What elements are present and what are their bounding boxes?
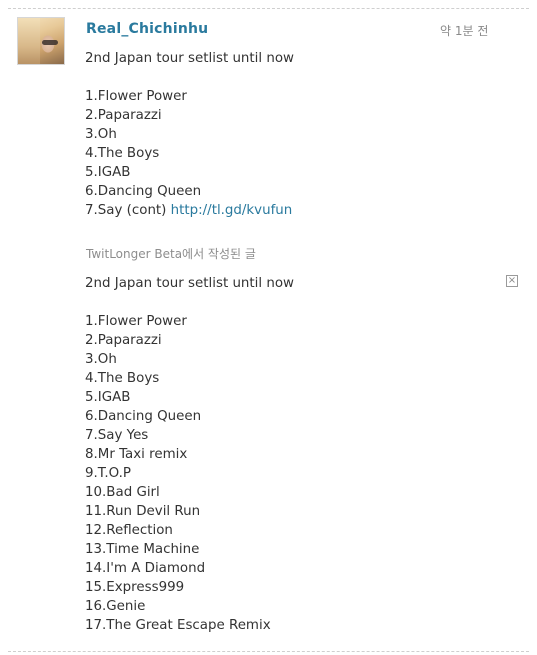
longer-line: 11.Run Devil Run [85, 504, 201, 519]
tweet-line: 1.Flower Power [85, 89, 187, 104]
tweet-text: 2nd Japan tour setlist until now 1.Flowe… [85, 49, 294, 220]
source-label[interactable]: TwitLonger Beta에서 작성된 글 [86, 245, 256, 262]
timestamp[interactable]: 약 1분 전 [440, 22, 488, 39]
avatar[interactable] [17, 17, 65, 65]
tweet-line: 4.The Boys [85, 146, 160, 161]
longer-line: 8.Mr Taxi remix [85, 447, 188, 462]
tweet-line-with-link: 7.Say (cont) http://tl.gd/kvufun [85, 201, 294, 220]
close-x-icon[interactable]: × [506, 275, 518, 287]
longer-text: 2nd Japan tour setlist until now 1.Flowe… [85, 274, 294, 635]
tweet-line: 5.IGAB [85, 165, 131, 180]
longer-line: 10.Bad Girl [85, 485, 160, 500]
top-divider [8, 8, 529, 9]
tweet-intro: 2nd Japan tour setlist until now [85, 51, 294, 66]
longer-intro: 2nd Japan tour setlist until now [85, 276, 294, 291]
longer-line: 1.Flower Power [85, 314, 187, 329]
longer-line: 2.Paparazzi [85, 333, 162, 348]
longer-line: 7.Say Yes [85, 428, 149, 443]
tweet-line: 6.Dancing Queen [85, 184, 202, 199]
longer-line: 5.IGAB [85, 390, 131, 405]
longer-line: 14.I'm A Diamond [85, 561, 206, 576]
avatar-hair [18, 18, 40, 64]
avatar-glasses [42, 40, 58, 45]
longer-line: 9.T.O.P [85, 466, 131, 481]
longer-line: 6.Dancing Queen [85, 409, 202, 424]
longer-line: 12.Reflection [85, 523, 173, 538]
longer-line: 16.Genie [85, 599, 146, 614]
longer-line: 4.The Boys [85, 371, 160, 386]
twitlonger-link[interactable]: http://tl.gd/kvufun [171, 203, 293, 218]
tweet-line-prefix: 7.Say (cont) [85, 203, 171, 218]
tweet-line: 2.Paparazzi [85, 108, 162, 123]
longer-line: 13.Time Machine [85, 542, 200, 557]
tweet-line: 3.Oh [85, 127, 117, 142]
longer-line: 17.The Great Escape Remix [85, 618, 271, 633]
longer-line: 3.Oh [85, 352, 117, 367]
username-link[interactable]: Real_Chichinhu [86, 21, 208, 37]
longer-line: 15.Express999 [85, 580, 185, 595]
bottom-divider [8, 651, 529, 652]
